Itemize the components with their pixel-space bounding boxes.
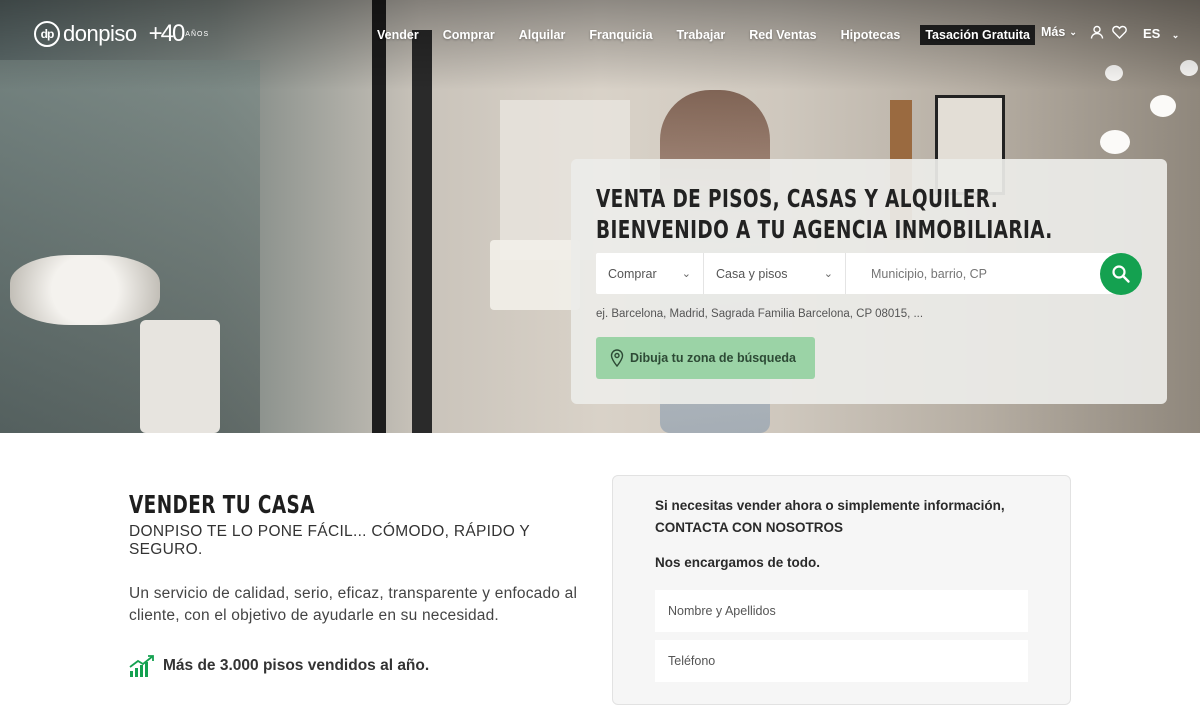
hero-title-line2: BIENVENIDO A TU AGENCIA INMOBILIARIA. xyxy=(596,215,1053,244)
nav-red-ventas[interactable]: Red Ventas xyxy=(749,28,816,42)
nav-comprar[interactable]: Comprar xyxy=(443,28,495,42)
chevron-down-icon: ⌄ xyxy=(1171,30,1180,40)
property-type-select-value: Casa y pisos xyxy=(716,266,788,281)
top-navigation-bar: dp donpiso +40 AÑOS Vender Comprar Alqui… xyxy=(0,0,1200,68)
sales-stat: Más de 3.000 pisos vendidos al año. xyxy=(129,655,599,677)
sales-stat-text: Más de 3.000 pisos vendidos al año. xyxy=(163,657,430,674)
logo-text: donpiso xyxy=(63,21,137,46)
phone-field[interactable] xyxy=(655,640,1028,682)
more-menu[interactable]: Más ⌄ xyxy=(1041,25,1077,39)
nav-tasacion-gratuita[interactable]: Tasación Gratuita xyxy=(920,25,1035,45)
heart-icon[interactable] xyxy=(1112,25,1127,42)
language-selector[interactable]: ES ⌄ xyxy=(1143,26,1187,41)
map-pin-icon xyxy=(610,349,624,367)
sell-description: Un servicio de calidad, serio, eficaz, t… xyxy=(129,585,578,624)
sell-subtitle: DONPISO TE LO PONE FÁCIL... CÓMODO, RÁPI… xyxy=(129,523,530,558)
contact-intro: Si necesitas vender ahora o simplemente … xyxy=(655,498,1005,513)
nav-hipotecas[interactable]: Hipotecas xyxy=(841,28,901,42)
nav-alquilar[interactable]: Alquilar xyxy=(519,28,566,42)
search-button[interactable] xyxy=(1100,253,1142,295)
header-icons: ES ⌄ xyxy=(1090,25,1195,42)
anniversary-badge-text: AÑOS xyxy=(185,30,210,38)
logo-mark: dp xyxy=(34,21,60,47)
property-type-select[interactable]: Casa y pisos ⌄ xyxy=(704,253,846,294)
nav-mas-label: Más xyxy=(1041,25,1066,39)
search-hint: ej. Barcelona, Madrid, Sagrada Familia B… xyxy=(596,308,924,320)
main-nav: Vender Comprar Alquilar Franquicia Traba… xyxy=(377,25,1059,45)
hero-title: VENTA DE PISOS, CASAS Y ALQUILER. BIENVE… xyxy=(596,183,1055,245)
sell-section: VENDER TU CASA DONPISO TE LO PONE FÁCIL.… xyxy=(129,490,599,677)
donpiso-logo[interactable]: dp donpiso +40 AÑOS xyxy=(34,20,209,48)
user-icon[interactable] xyxy=(1090,25,1104,42)
hero-title-line1: VENTA DE PISOS, CASAS Y ALQUILER. xyxy=(596,184,999,213)
chevron-down-icon: ⌄ xyxy=(823,268,833,280)
operation-select-value: Comprar xyxy=(608,266,657,281)
draw-search-zone-button[interactable]: Dibuja tu zona de búsqueda xyxy=(596,337,815,379)
location-search-input[interactable] xyxy=(846,253,1120,294)
anniversary-badge-number: +40 xyxy=(148,20,186,47)
language-label: ES xyxy=(1143,26,1161,41)
contact-form-card: Si necesitas vender ahora o simplemente … xyxy=(612,475,1071,705)
draw-search-zone-label: Dibuja tu zona de búsqueda xyxy=(630,351,796,365)
chevron-down-icon: ⌄ xyxy=(1069,26,1077,37)
full-name-field[interactable] xyxy=(655,590,1028,632)
nav-franquicia[interactable]: Franquicia xyxy=(589,28,652,42)
chevron-down-icon: ⌄ xyxy=(681,268,691,280)
nav-mas[interactable]: Más ⌄ xyxy=(1041,25,1077,39)
contact-tagline: Nos encargamos de todo. xyxy=(655,555,821,570)
nav-trabajar[interactable]: Trabajar xyxy=(677,28,726,42)
search-panel: VENTA DE PISOS, CASAS Y ALQUILER. BIENVE… xyxy=(571,159,1167,404)
search-icon xyxy=(1112,265,1130,283)
contact-heading: CONTACTA CON NOSOTROS xyxy=(655,520,843,535)
search-bar: Comprar ⌄ Casa y pisos ⌄ xyxy=(596,253,1120,294)
nav-vender[interactable]: Vender xyxy=(377,28,419,42)
operation-select[interactable]: Comprar ⌄ xyxy=(596,253,704,294)
growth-chart-icon xyxy=(129,655,154,677)
sell-title: VENDER TU CASA xyxy=(129,490,315,519)
